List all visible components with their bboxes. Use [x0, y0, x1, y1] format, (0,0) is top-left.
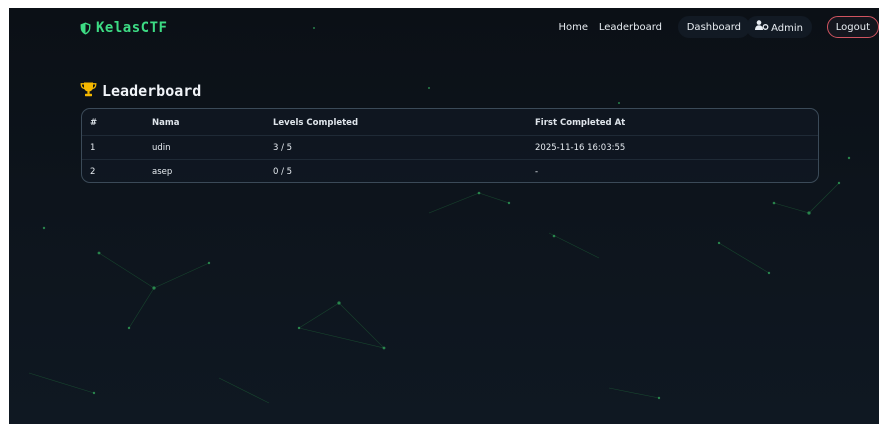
- trophy-icon: [80, 82, 97, 101]
- table-header-row: # Nama Levels Completed First Completed …: [82, 111, 818, 135]
- page-title: Leaderboard: [80, 81, 201, 101]
- logout-button[interactable]: Logout: [826, 16, 879, 38]
- particle-network-background: [28, 27, 851, 404]
- first-completed-cell: -: [535, 167, 539, 177]
- rank-cell: 2: [90, 167, 96, 177]
- shield-icon: [80, 22, 91, 35]
- name-cell: udin: [152, 143, 171, 153]
- nav-dashboard-link[interactable]: Dashboard: [677, 16, 750, 38]
- brand-logo[interactable]: KelasCTF: [80, 18, 167, 38]
- header-levels-completed: Levels Completed: [273, 118, 359, 128]
- rank-cell: 1: [90, 143, 96, 153]
- page-title-text: Leaderboard: [102, 82, 202, 100]
- admin-label: Admin: [771, 23, 803, 34]
- nav-admin-link[interactable]: Admin: [746, 16, 812, 38]
- levels-cell: 0 / 5: [273, 167, 293, 177]
- nav-leaderboard-link[interactable]: Leaderboard: [590, 16, 671, 38]
- header-rank: #: [90, 118, 98, 128]
- name-cell: asep: [152, 167, 173, 177]
- user-cog-icon: [755, 17, 769, 39]
- brand-name: KelasCTF: [96, 20, 168, 36]
- navbar: KelasCTF Home Leaderboard Dashboard Admi…: [9, 8, 879, 48]
- leaderboard-table: # Nama Levels Completed First Completed …: [81, 108, 819, 183]
- table-row: 2 asep 0 / 5 -: [82, 159, 818, 182]
- header-nama: Nama: [152, 118, 180, 128]
- table-row: 1 udin 3 / 5 2025-11-16 16:03:55: [82, 135, 818, 159]
- levels-cell: 3 / 5: [273, 143, 293, 153]
- header-first-completed-at: First Completed At: [535, 118, 626, 128]
- app-window: KelasCTF Home Leaderboard Dashboard Admi…: [9, 8, 879, 424]
- first-completed-cell: 2025-11-16 16:03:55: [535, 143, 626, 153]
